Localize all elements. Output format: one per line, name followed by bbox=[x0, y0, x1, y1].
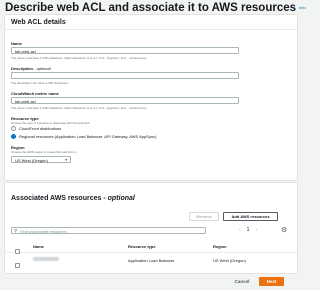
next-page-icon[interactable]: › bbox=[255, 227, 257, 233]
previous-page-icon[interactable]: ‹ bbox=[239, 227, 241, 233]
radio-cloudfront[interactable]: CloudFront distributions bbox=[11, 126, 61, 131]
table-header: Name Resource type Region bbox=[5, 239, 297, 254]
next-button[interactable]: Next bbox=[259, 277, 284, 286]
cancel-button[interactable]: Cancel bbox=[233, 277, 251, 286]
add-aws-resources-button[interactable]: Add AWS resources bbox=[223, 212, 278, 221]
name-label: Name bbox=[11, 41, 22, 46]
column-header-region[interactable]: Region bbox=[213, 244, 227, 249]
metric-label: CloudWatch metric name bbox=[11, 91, 59, 96]
remove-button[interactable]: Remove bbox=[189, 212, 219, 221]
radio-cloudfront-label: CloudFront distributions bbox=[19, 126, 62, 131]
checkbox-icon[interactable] bbox=[15, 263, 20, 268]
radio-regional[interactable]: Regional resources (Application Load Bal… bbox=[11, 134, 156, 139]
associated-resources-header: Associated AWS resources - optional bbox=[5, 183, 297, 202]
associated-resources-panel: Associated AWS resources - optional Remo… bbox=[5, 183, 297, 273]
chevron-down-icon: ▼ bbox=[64, 158, 68, 162]
metric-input[interactable]: tab-web-acl bbox=[11, 97, 239, 104]
description-label: Description - optional bbox=[11, 66, 51, 71]
redacted-resource-name bbox=[33, 257, 59, 261]
search-input[interactable]: ⚲ Find associated resources bbox=[11, 227, 206, 234]
region-hint: Choose the AWS region to create this web… bbox=[11, 150, 78, 154]
row-region: US West (Oregon) bbox=[213, 258, 246, 263]
name-hint: The name must have 1-128 characters. Val… bbox=[11, 56, 147, 60]
column-header-name[interactable]: Name bbox=[33, 244, 44, 249]
region-select[interactable]: US West (Oregon) ▼ bbox=[11, 156, 71, 163]
radio-button-selected-icon[interactable] bbox=[11, 134, 16, 139]
gear-icon[interactable]: ⚙ bbox=[281, 226, 287, 234]
associated-resources-optional-suffix: - optional bbox=[101, 195, 135, 202]
search-icon: ⚲ bbox=[14, 228, 18, 233]
radio-button-icon[interactable] bbox=[11, 126, 16, 131]
info-link[interactable]: Info bbox=[299, 5, 306, 10]
resource-type-hint: Choose the type of resource to associate… bbox=[11, 121, 91, 125]
column-header-resource-type[interactable]: Resource type bbox=[128, 244, 156, 249]
metric-hint: The name must have 1-128 characters. Val… bbox=[11, 106, 147, 110]
description-label-text: Description bbox=[11, 66, 34, 71]
page-number[interactable]: 1 bbox=[247, 227, 250, 233]
name-input[interactable]: tab-web-acl bbox=[11, 47, 239, 54]
web-acl-details-header: Web ACL details bbox=[5, 15, 297, 30]
associated-resources-title: Associated AWS resources bbox=[11, 195, 102, 202]
page-title: Describe web ACL and associate it to AWS… bbox=[5, 2, 306, 14]
description-optional-suffix: - optional bbox=[33, 66, 51, 71]
page-title-text: Describe web ACL and associate it to AWS… bbox=[5, 2, 297, 14]
description-hint: The description can have 1-256 character… bbox=[11, 81, 69, 85]
table-row[interactable]: Application Load Balancer US West (Orego… bbox=[5, 253, 297, 268]
search-placeholder: Find associated resources bbox=[20, 229, 67, 234]
radio-regional-label: Regional resources (Application Load Bal… bbox=[19, 134, 157, 139]
region-select-value: US West (Oregon) bbox=[15, 158, 48, 163]
description-input[interactable] bbox=[11, 72, 239, 79]
pagination: ‹ 1 › bbox=[239, 227, 263, 233]
web-acl-details-panel: Web ACL details Name tab-web-acl The nam… bbox=[5, 15, 297, 180]
row-resource-type: Application Load Balancer bbox=[128, 258, 175, 263]
